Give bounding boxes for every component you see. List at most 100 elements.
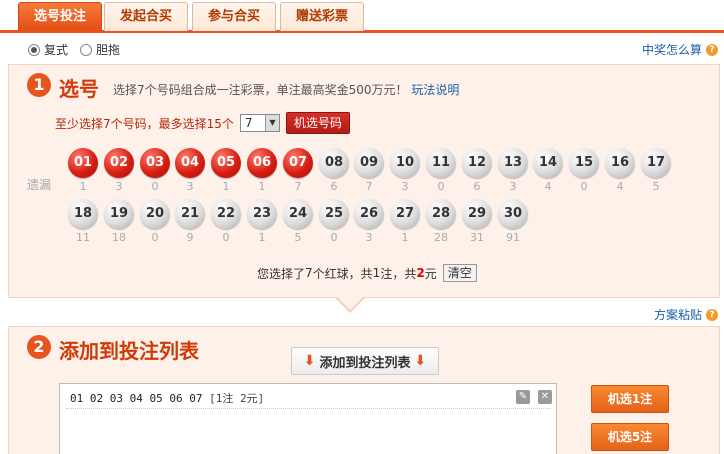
prize-calc-label[interactable]: 中奖怎么算 (642, 41, 702, 58)
number-ball[interactable]: 23 (247, 199, 277, 229)
miss-count: 3 (509, 180, 517, 193)
add-to-bet-list-button[interactable]: ⬇ 添加到投注列表 ⬇ (291, 347, 439, 375)
selection-summary: 您选择了 7 个红球，共 1 注，共 2 元 清空 (257, 264, 477, 282)
miss-count: 28 (434, 231, 448, 244)
summary-suffix: 元 (424, 266, 437, 281)
miss-count: 3 (186, 180, 194, 193)
number-ball[interactable]: 21 (175, 199, 205, 229)
random-pick-button[interactable]: 机选号码 (285, 112, 350, 134)
number-ball[interactable]: 06 (247, 148, 277, 178)
bet-numbers: 01 02 03 04 05 06 07 (70, 392, 203, 405)
radio-dot[interactable] (80, 43, 92, 56)
miss-count: 6 (473, 180, 481, 193)
number-ball[interactable]: 04 (175, 148, 205, 178)
number-ball[interactable]: 09 (354, 148, 384, 178)
miss-count: 0 (580, 180, 588, 193)
number-ball[interactable]: 17 (641, 148, 671, 178)
miss-count: 0 (151, 231, 159, 244)
summary-mid1: 个红球，共 (312, 266, 373, 281)
mode-row: 复式 胆拖 中奖怎么算 ? (0, 38, 724, 60)
radio-compound[interactable]: 复式 (28, 41, 68, 58)
summary-bets: 1 (372, 266, 381, 280)
divider (66, 408, 550, 409)
pick-count-value: 7 (244, 116, 253, 130)
number-ball[interactable]: 16 (605, 148, 635, 178)
pick-count-text: 至少选择7个号码，最多选择15个 (55, 116, 234, 131)
number-ball[interactable]: 29 (462, 199, 492, 229)
pick-panel: 1 选号 选择7个号码组合成一注彩票，单注最高奖金500万元！ 玩法说明 至少选… (8, 64, 720, 298)
miss-count: 0 (222, 231, 230, 244)
close-icon[interactable]: ✕ (538, 390, 552, 404)
prize-calc-link[interactable]: 中奖怎么算 ? (642, 41, 718, 58)
number-ball[interactable]: 15 (569, 148, 599, 178)
number-ball[interactable]: 20 (140, 199, 170, 229)
miss-count: 91 (506, 231, 520, 244)
bet-list-item[interactable]: 01 02 03 04 05 06 07 [1注 2元] (70, 390, 264, 406)
number-ball[interactable]: 14 (533, 148, 563, 178)
miss-count: 5 (294, 231, 302, 244)
number-ball[interactable]: 02 (104, 148, 134, 178)
number-ball[interactable]: 24 (283, 199, 313, 229)
miss-count: 3 (115, 180, 123, 193)
number-ball[interactable]: 07 (283, 148, 313, 178)
number-ball[interactable]: 05 (211, 148, 241, 178)
miss-count: 0 (330, 231, 338, 244)
random-1-button[interactable]: 机选1注 (591, 385, 669, 413)
miss-count: 18 (112, 231, 126, 244)
step-title: 添加到投注列表 (59, 339, 199, 363)
clear-button[interactable]: 清空 (442, 264, 477, 282)
step-number: 2 (27, 335, 51, 359)
tab-gift-lottery[interactable]: 赠送彩票 (280, 2, 364, 31)
arrow-down-icon: ⬇ (303, 353, 316, 369)
summary-mid2: 注，共 (380, 266, 417, 281)
number-ball[interactable]: 18 (68, 199, 98, 229)
tab-join-group-buy[interactable]: 参与合买 (192, 2, 276, 31)
number-ball[interactable]: 25 (319, 199, 349, 229)
number-ball[interactable]: 11 (426, 148, 456, 178)
number-ball[interactable]: 03 (140, 148, 170, 178)
pick-count-select[interactable]: 7 ▼ (239, 114, 280, 132)
radio-banker[interactable]: 胆拖 (80, 41, 120, 58)
rules-link[interactable]: 玩法说明 (411, 83, 459, 97)
summary-amount: 2 (416, 266, 425, 280)
step-desc-text: 选择7个号码组合成一注彩票，单注最高奖金500万元！ (113, 83, 408, 97)
number-ball[interactable]: 26 (354, 199, 384, 229)
miss-count: 1 (222, 180, 230, 193)
miss-count: 3 (365, 231, 373, 244)
tab-start-group-buy[interactable]: 发起合买 (104, 2, 188, 31)
miss-count: 1 (401, 231, 409, 244)
radio-dot-checked[interactable] (28, 43, 40, 56)
number-ball[interactable]: 13 (498, 148, 528, 178)
number-ball[interactable]: 22 (211, 199, 241, 229)
paste-plan-link[interactable]: 方案粘贴 ? (654, 306, 718, 323)
number-ball[interactable]: 19 (104, 199, 134, 229)
step-number: 1 (27, 73, 51, 97)
bet-meta: [1注 2元] (209, 392, 265, 405)
number-ball[interactable]: 01 (68, 148, 98, 178)
number-ball[interactable]: 30 (498, 199, 528, 229)
number-ball[interactable]: 08 (319, 148, 349, 178)
random-5-button[interactable]: 机选5注 (591, 423, 669, 451)
radio-compound-label: 复式 (44, 43, 69, 57)
dropdown-arrow-icon[interactable]: ▼ (264, 115, 279, 131)
miss-count: 7 (365, 180, 373, 193)
pick-count-row: 至少选择7个号码，最多选择15个 7 ▼ 机选号码 (55, 112, 350, 134)
step-title: 选号 (59, 77, 99, 101)
arrow-down-icon: ⬇ (414, 353, 427, 369)
number-ball[interactable]: 27 (390, 199, 420, 229)
miss-count: 3 (401, 180, 409, 193)
number-ball[interactable]: 12 (462, 148, 492, 178)
tab-select-bet[interactable]: 选号投注 (18, 2, 102, 31)
miss-count: 0 (151, 180, 159, 193)
radio-banker-label: 胆拖 (96, 43, 121, 57)
miss-count: 4 (616, 180, 624, 193)
edit-icon[interactable]: ✎ (516, 390, 530, 404)
number-ball[interactable]: 28 (426, 199, 456, 229)
paste-plan-label[interactable]: 方案粘贴 (654, 306, 702, 323)
miss-label: 遗漏 (27, 178, 52, 192)
number-ball[interactable]: 10 (390, 148, 420, 178)
bet-list[interactable]: 01 02 03 04 05 06 07 [1注 2元] ✎ ✕ (59, 383, 557, 454)
miss-count: 6 (330, 180, 338, 193)
miss-count: 0 (437, 180, 445, 193)
miss-count: 31 (470, 231, 484, 244)
